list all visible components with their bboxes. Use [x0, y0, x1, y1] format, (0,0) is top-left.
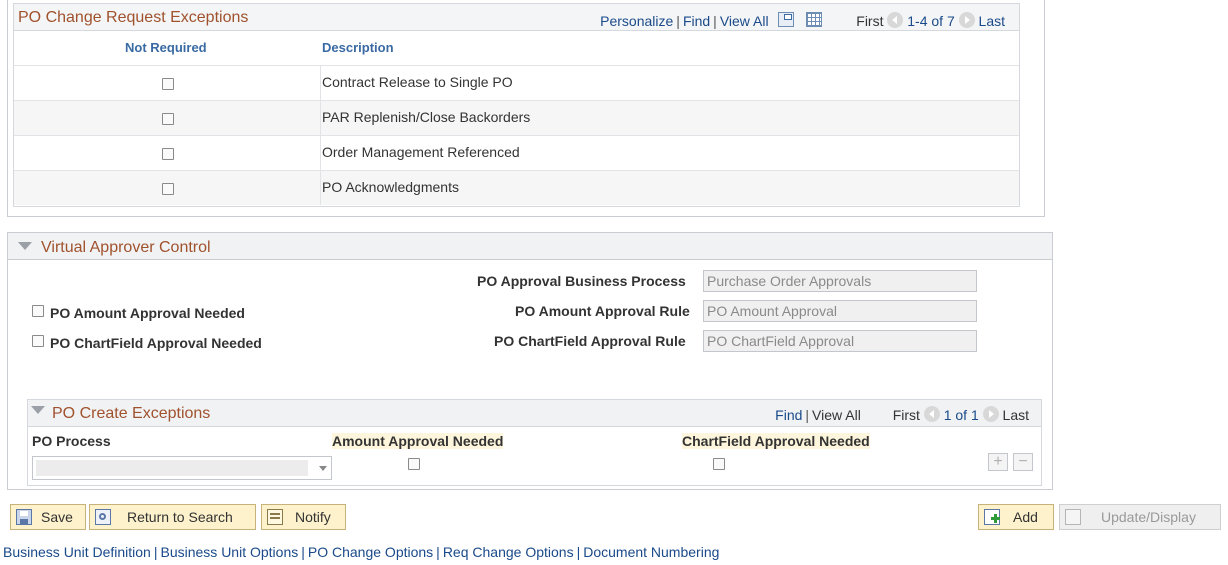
not-required-checkbox[interactable]: [162, 148, 174, 160]
po-approval-business-process-field: Purchase Order Approvals: [703, 270, 977, 292]
row-range: 1-4 of 7: [907, 13, 955, 29]
po-create-exceptions-header[interactable]: PO Create Exceptions Find | View All First…: [27, 399, 1042, 427]
new-window-icon[interactable]: [778, 12, 795, 27]
po-amount-approval-checkbox[interactable]: [32, 305, 44, 317]
row-range: 1 of 1: [943, 407, 979, 423]
download-spreadsheet-icon[interactable]: [806, 12, 823, 27]
next-row-icon[interactable]: [982, 406, 999, 422]
po-process-value: [36, 460, 308, 476]
document-numbering-link[interactable]: Document Numbering: [583, 544, 719, 560]
add-icon: [984, 509, 1000, 525]
previous-row-icon[interactable]: [923, 406, 940, 422]
return-to-search-button[interactable]: Return to Search: [89, 504, 256, 530]
row-description: Order Management Referenced: [322, 144, 520, 160]
view-all-link[interactable]: View All: [720, 13, 769, 29]
delete-row-button[interactable]: −: [1013, 453, 1033, 471]
chartfield-approval-needed-checkbox[interactable]: [713, 458, 725, 470]
last-link[interactable]: Last: [979, 13, 1005, 29]
find-link[interactable]: Find: [775, 407, 802, 423]
row-description: PAR Replenish/Close Backorders: [322, 109, 531, 125]
column-header-po-process: PO Process: [32, 433, 111, 449]
row-description: PO Acknowledgments: [322, 179, 459, 195]
personalize-link[interactable]: Personalize: [600, 13, 673, 29]
chevron-down-icon: [319, 466, 327, 471]
amount-approval-needed-checkbox[interactable]: [408, 458, 420, 470]
po-amount-approval-rule-label: PO Amount Approval Rule: [515, 303, 690, 319]
first-label: First: [892, 407, 920, 423]
return-to-search-icon: [95, 509, 111, 525]
not-required-checkbox[interactable]: [162, 183, 174, 195]
view-all-label: View All: [812, 407, 861, 423]
save-icon: [16, 509, 32, 525]
not-required-checkbox[interactable]: [162, 113, 174, 125]
table-row: PAR Replenish/Close Backorders: [14, 100, 1019, 135]
sub-grid-navigation: Find | View All First 1 of 1 Last: [775, 406, 1029, 423]
business-unit-options-link[interactable]: Business Unit Options: [161, 544, 299, 560]
collapse-triangle-icon[interactable]: [18, 242, 32, 250]
po-chartfield-approval-rule-field: PO ChartField Approval: [703, 330, 977, 352]
po-approval-business-process-label: PO Approval Business Process: [477, 273, 686, 289]
req-change-options-link[interactable]: Req Change Options: [443, 544, 574, 560]
exceptions-table: Not Required Description Contract Releas…: [13, 31, 1020, 207]
column-header-not-required[interactable]: Not Required: [125, 31, 207, 65]
po-chartfield-approval-label: PO ChartField Approval Needed: [50, 335, 262, 351]
grid-title: PO Change Request Exceptions: [18, 9, 249, 26]
notify-icon: [267, 509, 283, 525]
save-button[interactable]: Save: [10, 504, 86, 530]
po-create-exceptions-title: PO Create Exceptions: [52, 405, 211, 422]
table-row: Order Management Referenced: [14, 135, 1019, 170]
add-button[interactable]: Add: [978, 504, 1054, 530]
update-display-button[interactable]: Update/Display: [1059, 504, 1221, 530]
last-label: Last: [1002, 407, 1029, 423]
virtual-approver-title: Virtual Approver Control: [41, 239, 211, 256]
add-row-button[interactable]: +: [988, 453, 1008, 471]
update-display-icon: [1065, 509, 1081, 525]
column-header-amount-approval: Amount Approval Needed: [332, 433, 504, 449]
po-chartfield-approval-rule-label: PO ChartField Approval Rule: [494, 333, 686, 349]
column-header-chartfield-approval: ChartField Approval Needed: [682, 433, 870, 449]
column-header-description[interactable]: Description: [322, 31, 394, 65]
next-row-icon[interactable]: [958, 12, 975, 28]
po-chartfield-approval-checkbox[interactable]: [32, 335, 44, 347]
po-process-dropdown[interactable]: [32, 456, 332, 480]
not-required-checkbox[interactable]: [162, 78, 174, 90]
po-amount-approval-rule-field: PO Amount Approval: [703, 300, 977, 322]
table-row: PO Acknowledgments: [14, 170, 1019, 205]
po-amount-approval-label: PO Amount Approval Needed: [50, 305, 245, 321]
row-description: Contract Release to Single PO: [322, 74, 513, 90]
grid-header: PO Change Request Exceptions Personalize…: [13, 3, 1020, 31]
po-change-options-link[interactable]: PO Change Options: [308, 544, 433, 560]
find-link[interactable]: Find: [683, 13, 710, 29]
collapse-triangle-icon[interactable]: [31, 406, 45, 414]
virtual-approver-header[interactable]: Virtual Approver Control: [7, 232, 1053, 260]
previous-row-icon[interactable]: [887, 12, 904, 28]
business-unit-definition-link[interactable]: Business Unit Definition: [3, 544, 151, 560]
first-label: First: [856, 13, 884, 29]
footer-links: Business Unit Definition | Business Unit O…: [3, 544, 720, 560]
table-row: Contract Release to Single PO: [14, 65, 1019, 100]
notify-button[interactable]: Notify: [261, 504, 346, 530]
grid-navigation: Personalize | Find | View All First 1-4 of 7…: [600, 12, 1005, 29]
